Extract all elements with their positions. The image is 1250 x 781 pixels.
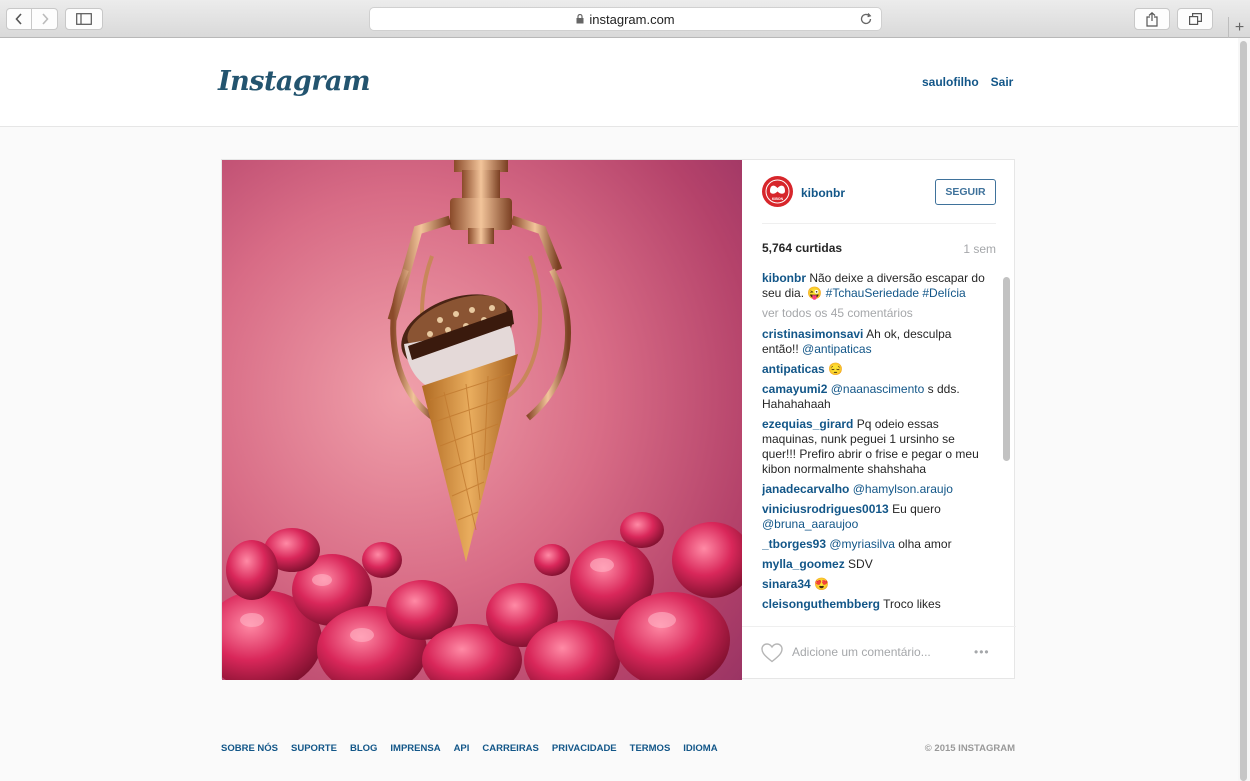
caption-hashtags[interactable]: #TchauSeriedade #Delícia bbox=[826, 286, 966, 300]
footer-link-privacy[interactable]: PRIVACIDADE bbox=[552, 743, 617, 754]
post-card: KIBON kibonbr SEGUIR 5,764 curtidas 1 se… bbox=[221, 159, 1016, 680]
comment-text: 😔 bbox=[824, 362, 843, 376]
list-item: _tborges93 @myriasilva olha amor bbox=[762, 537, 990, 552]
comment-author[interactable]: viniciusrodrigues0013 bbox=[762, 502, 889, 516]
page-footer: SOBRE NÓS SUPORTE BLOG IMPRENSA API CARR… bbox=[221, 743, 1015, 754]
post-age[interactable]: 1 sem bbox=[962, 242, 996, 256]
post-header: KIBON kibonbr SEGUIR bbox=[762, 175, 996, 224]
copyright: © 2015 INSTAGRAM bbox=[924, 743, 1015, 754]
caption: kibonbr Não deixe a diversão escapar do … bbox=[762, 271, 990, 301]
back-button[interactable] bbox=[6, 8, 32, 30]
footer-link-api[interactable]: API bbox=[454, 743, 470, 754]
avatar-text: KIBON bbox=[772, 197, 784, 201]
forward-button[interactable] bbox=[32, 8, 58, 30]
comments-list[interactable]: kibonbr Não deixe a diversão escapar do … bbox=[762, 271, 990, 625]
follow-button[interactable]: SEGUIR bbox=[935, 179, 996, 205]
kibon-logo-icon: KIBON bbox=[765, 179, 790, 204]
plus-icon: + bbox=[1234, 18, 1245, 36]
ice-cream-claw-illustration bbox=[222, 160, 742, 680]
footer-link-press[interactable]: IMPRENSA bbox=[390, 743, 440, 754]
list-item: camayumi2 @naanascimento s dds. Hahahaha… bbox=[762, 382, 990, 412]
comments-scrollbar[interactable] bbox=[1003, 271, 1010, 625]
browser-toolbar: instagram.com + bbox=[0, 0, 1250, 38]
comment-author[interactable]: camayumi2 bbox=[762, 382, 827, 396]
comment-author[interactable]: antipaticas bbox=[762, 362, 825, 376]
comment-author[interactable]: ezequias_girard bbox=[762, 417, 853, 431]
new-tab-button[interactable]: + bbox=[1228, 17, 1250, 38]
comment-text: 😍 bbox=[810, 577, 829, 591]
comment-mention[interactable]: @hamylson.araujo bbox=[853, 482, 953, 496]
list-item: cleisonguthembberg Troco likes bbox=[762, 597, 990, 612]
footer-link-language[interactable]: IDIOMA bbox=[683, 743, 717, 754]
footer-links: SOBRE NÓS SUPORTE BLOG IMPRENSA API CARR… bbox=[221, 743, 718, 754]
comment-input[interactable] bbox=[792, 645, 967, 659]
comment-mention[interactable]: @naanascimento bbox=[831, 382, 925, 396]
comment-author[interactable]: cristinasimonsavi bbox=[762, 327, 863, 341]
list-item: viniciusrodrigues0013 Eu quero @bruna_aa… bbox=[762, 502, 990, 532]
comment-author[interactable]: cleisonguthembberg bbox=[762, 597, 880, 611]
page-scroll-thumb[interactable] bbox=[1240, 41, 1247, 781]
comment-author[interactable]: kibonbr bbox=[762, 271, 806, 285]
page-scrollbar[interactable] bbox=[1238, 38, 1250, 781]
sidebar-toggle-button[interactable] bbox=[65, 8, 103, 30]
more-options-button[interactable]: ••• bbox=[974, 645, 990, 659]
comment-author[interactable]: mylla_goomez bbox=[762, 557, 845, 571]
comment-mention[interactable]: @bruna_aaraujoo bbox=[762, 517, 858, 531]
sidebar-icon bbox=[76, 13, 92, 25]
instagram-header: Instagram saulofilho Sair bbox=[0, 38, 1250, 127]
tabs-icon bbox=[1188, 13, 1202, 25]
list-item: ezequias_girard Pq odeio essas maquinas,… bbox=[762, 417, 990, 477]
comment-text: SDV bbox=[844, 557, 873, 571]
comment-text: Troco likes bbox=[880, 597, 941, 611]
address-bar[interactable]: instagram.com bbox=[369, 7, 882, 31]
post-photo[interactable] bbox=[222, 160, 742, 680]
comment-mention[interactable]: @antipaticas bbox=[802, 342, 872, 356]
comment-composer: ••• bbox=[742, 626, 1016, 680]
list-item: cristinasimonsavi Ah ok, desculpa então!… bbox=[762, 327, 990, 357]
comment-mention[interactable]: @myriasilva bbox=[829, 537, 895, 551]
comment-text: olha amor bbox=[894, 537, 952, 551]
post-sidebar: KIBON kibonbr SEGUIR 5,764 curtidas 1 se… bbox=[742, 160, 1016, 680]
logout-link[interactable]: Sair bbox=[991, 75, 1014, 89]
footer-link-terms[interactable]: TERMOS bbox=[630, 743, 671, 754]
reload-icon[interactable] bbox=[860, 12, 873, 26]
comment-author[interactable]: sinara34 bbox=[762, 577, 811, 591]
url-text: instagram.com bbox=[589, 11, 675, 27]
avatar[interactable]: KIBON bbox=[762, 176, 793, 207]
show-tabs-button[interactable] bbox=[1177, 8, 1213, 30]
footer-link-jobs[interactable]: CARREIRAS bbox=[482, 743, 538, 754]
view-all-comments-link[interactable]: ver todos os 45 comentários bbox=[762, 306, 990, 321]
list-item: mylla_goomez SDV bbox=[762, 557, 990, 572]
heart-icon[interactable] bbox=[761, 643, 783, 663]
footer-link-support[interactable]: SUPORTE bbox=[291, 743, 337, 754]
list-item: sinara34 😍 bbox=[762, 577, 990, 592]
list-item: janadecarvalho @hamylson.araujo bbox=[762, 482, 990, 497]
comment-author[interactable]: janadecarvalho bbox=[762, 482, 849, 496]
comment-author[interactable]: _tborges93 bbox=[762, 537, 826, 551]
share-icon bbox=[1146, 11, 1158, 27]
comments-scroll-thumb[interactable] bbox=[1003, 277, 1010, 461]
footer-link-about[interactable]: SOBRE NÓS bbox=[221, 743, 278, 754]
lock-icon bbox=[576, 14, 584, 24]
chevron-left-icon bbox=[15, 13, 22, 25]
profile-link[interactable]: saulofilho bbox=[922, 75, 979, 89]
post-author-link[interactable]: kibonbr bbox=[801, 186, 845, 200]
history-buttons bbox=[6, 8, 58, 30]
likes-count[interactable]: 5,764 curtidas bbox=[762, 241, 842, 255]
list-item: antipaticas 😔 bbox=[762, 362, 990, 377]
share-button[interactable] bbox=[1134, 8, 1170, 30]
user-links: saulofilho Sair bbox=[922, 75, 1013, 89]
chevron-right-icon bbox=[41, 13, 49, 25]
footer-link-blog[interactable]: BLOG bbox=[350, 743, 377, 754]
comment-text: Eu quero bbox=[888, 502, 941, 516]
instagram-logo[interactable]: Instagram bbox=[218, 66, 371, 97]
